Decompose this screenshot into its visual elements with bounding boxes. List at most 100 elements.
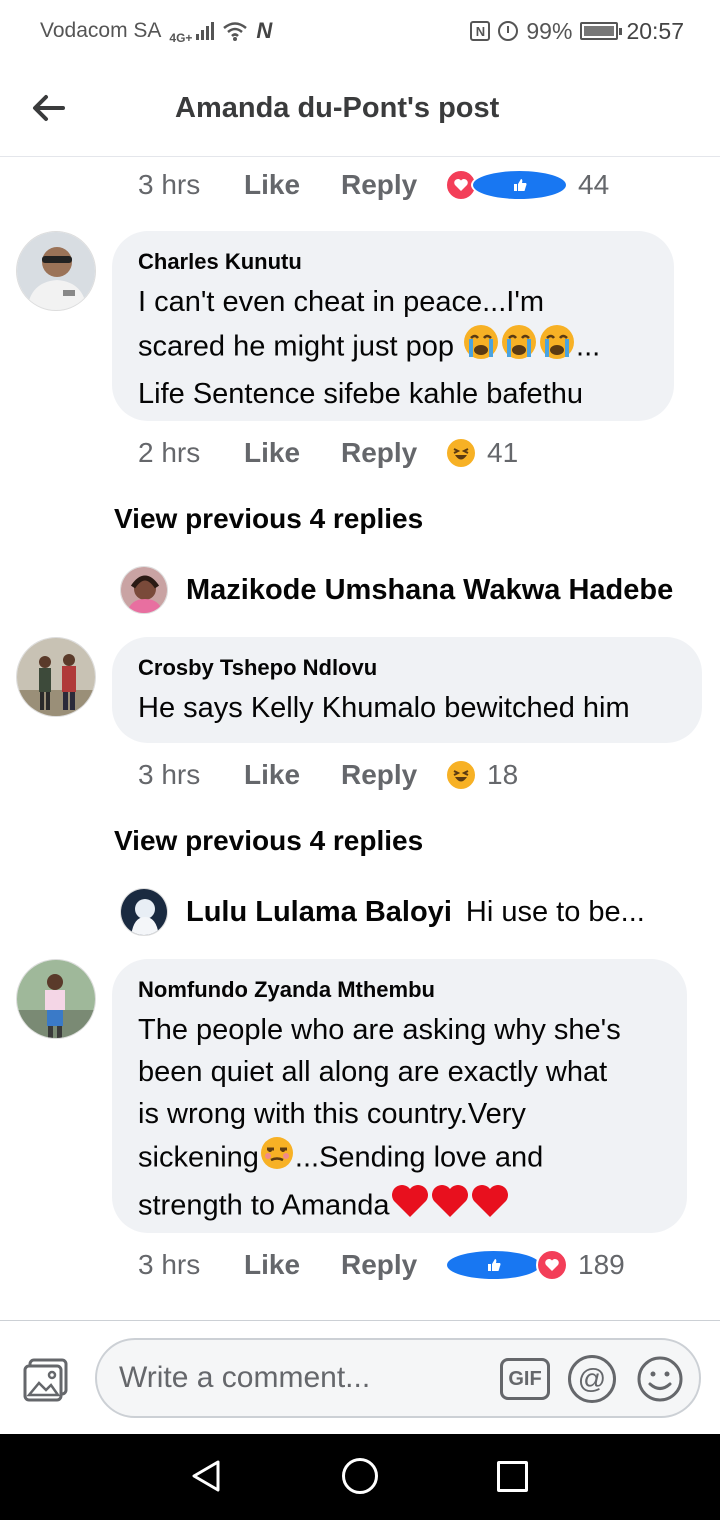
comment-meta-row: 3 hrs Like Reply 44 bbox=[138, 169, 609, 201]
comment-text-segment: sickening bbox=[138, 1141, 259, 1174]
nav-home-button[interactable] bbox=[342, 1458, 378, 1494]
reaction-count: 41 bbox=[487, 437, 519, 468]
alarm-icon bbox=[498, 21, 519, 41]
comment-author[interactable]: Crosby Tshepo Ndlovu bbox=[138, 655, 676, 681]
comment-author[interactable]: Nomfundo Zyanda Mthembu bbox=[138, 977, 661, 1003]
comment-composer: GIF @ bbox=[0, 1320, 720, 1434]
like-reaction-icon bbox=[445, 1249, 542, 1281]
comment-bubble[interactable]: Crosby Tshepo Ndlovu He says Kelly Khuma… bbox=[112, 637, 702, 743]
comment-text-line: is wrong with this country.Very bbox=[138, 1098, 526, 1130]
like-button[interactable]: Like bbox=[244, 1249, 341, 1281]
comment-text-segment: ... bbox=[576, 330, 601, 363]
reply-button[interactable]: Reply bbox=[341, 169, 445, 201]
comment-text-segment: scared he might just pop bbox=[138, 330, 463, 363]
status-bar: Vodacom SA 4G+ N N 99% 20:57 bbox=[0, 0, 720, 62]
comment-time: 2 hrs bbox=[138, 437, 201, 468]
arrow-left-icon bbox=[33, 95, 65, 121]
mention-button[interactable]: @ bbox=[568, 1355, 616, 1403]
comment-bubble[interactable]: Charles Kunutu I can't even cheat in pea… bbox=[112, 231, 674, 421]
comment-bubble[interactable]: Nomfundo Zyanda Mthembu The people who a… bbox=[112, 959, 687, 1233]
reply-author[interactable]: Mazikode Umshana Wakwa Hadebe bbox=[186, 574, 673, 607]
comment-time: 3 hrs bbox=[138, 1249, 201, 1280]
gif-button[interactable]: GIF bbox=[500, 1358, 550, 1400]
avatar bbox=[120, 566, 168, 614]
comment-text-line: I can't even cheat in peace...I'm bbox=[138, 286, 545, 318]
crying-face-emoji-icon bbox=[462, 323, 500, 373]
comment-text-line: The people who are asking why she's bbox=[138, 1014, 621, 1046]
avatar[interactable] bbox=[16, 959, 96, 1039]
comment-meta-row: 2 hrs Like Reply 41 bbox=[138, 437, 518, 469]
photo-button[interactable] bbox=[22, 1357, 70, 1403]
comment-text-line: been quiet all along are exactly what bbox=[138, 1056, 608, 1088]
reply-button[interactable]: Reply bbox=[341, 437, 445, 469]
signal-icon bbox=[196, 22, 215, 40]
like-button[interactable]: Like bbox=[244, 169, 341, 201]
like-reaction-icon bbox=[471, 169, 568, 201]
crying-face-emoji-icon bbox=[500, 323, 538, 373]
reply-preview[interactable]: Lulu Lulama Baloyi Hi use to be... bbox=[120, 887, 645, 937]
battery-percent: 99% bbox=[526, 17, 573, 44]
status-left: Vodacom SA 4G+ N bbox=[40, 17, 272, 45]
triangle-back-icon bbox=[192, 1460, 220, 1492]
haha-reaction-icon bbox=[445, 759, 477, 791]
reply-button[interactable]: Reply bbox=[341, 759, 445, 791]
battery-fill bbox=[584, 26, 615, 36]
comment-time: 3 hrs bbox=[138, 169, 201, 200]
like-button[interactable]: Like bbox=[244, 759, 341, 791]
reaction-count: 44 bbox=[578, 169, 610, 200]
carrier-label: Vodacom SA bbox=[40, 19, 162, 42]
comment-meta-row: 3 hrs Like Reply 189 bbox=[138, 1249, 625, 1281]
avatar bbox=[120, 888, 168, 936]
comment-text-segment: ...Sending love and bbox=[294, 1141, 544, 1174]
reply-snippet: Hi use to be... bbox=[465, 895, 645, 928]
reactions-summary[interactable] bbox=[445, 759, 477, 791]
comment-text-line: Life Sentence sifebe kahle bafethu bbox=[138, 378, 583, 410]
nav-recents-button[interactable] bbox=[497, 1461, 528, 1492]
avatar[interactable] bbox=[16, 231, 96, 311]
red-heart-emoji-icon bbox=[430, 1183, 470, 1231]
reply-author[interactable]: Lulu Lulama Baloyi bbox=[186, 896, 452, 929]
comment-time: 3 hrs bbox=[138, 759, 201, 790]
reactions-summary[interactable] bbox=[445, 1249, 568, 1281]
reaction-count: 18 bbox=[487, 759, 519, 790]
page-title: Amanda du-Pont's post bbox=[175, 92, 500, 124]
comment-text-line: sickening ...Sending love and bbox=[138, 1135, 661, 1183]
reactions-summary[interactable] bbox=[445, 169, 568, 201]
app-notification-icon: N bbox=[256, 18, 273, 43]
smiley-icon bbox=[637, 1356, 683, 1402]
comment-text-segment: strength to Amanda bbox=[138, 1189, 390, 1222]
reply-preview[interactable]: Mazikode Umshana Wakwa Hadebe bbox=[120, 565, 673, 615]
comment-text: He says Kelly Khumalo bewitched him bbox=[138, 692, 630, 724]
network-type-label: 4G+ bbox=[169, 31, 193, 45]
comment-text-line: scared he might just pop ... bbox=[138, 323, 648, 373]
clock: 20:57 bbox=[626, 17, 684, 44]
nav-back-button[interactable] bbox=[188, 1458, 224, 1494]
reactions-summary[interactable] bbox=[445, 437, 477, 469]
comment-text: The people who are asking why she's been… bbox=[138, 1009, 661, 1231]
reply-button[interactable]: Reply bbox=[341, 1249, 445, 1281]
system-navigation-bar bbox=[0, 1434, 720, 1520]
reaction-count: 189 bbox=[578, 1249, 625, 1280]
comments-feed[interactable]: 3 hrs Like Reply 44 Charles Kunutu I can… bbox=[0, 157, 720, 1320]
wifi-icon bbox=[223, 22, 248, 41]
back-button[interactable] bbox=[28, 88, 68, 128]
view-previous-replies-link[interactable]: View previous 4 replies bbox=[114, 503, 423, 535]
comment-text-line: strength to Amanda bbox=[138, 1183, 661, 1231]
comment-text: I can't even cheat in peace...I'm scared… bbox=[138, 281, 648, 415]
crying-face-emoji-icon bbox=[538, 323, 576, 373]
comment-meta-row: 3 hrs Like Reply 18 bbox=[138, 759, 518, 791]
red-heart-emoji-icon bbox=[470, 1183, 510, 1231]
love-reaction-icon bbox=[536, 1249, 568, 1281]
photo-icon bbox=[23, 1358, 68, 1402]
unamused-face-emoji-icon bbox=[259, 1135, 295, 1183]
view-previous-replies-link[interactable]: View previous 4 replies bbox=[114, 825, 423, 857]
comment-author[interactable]: Charles Kunutu bbox=[138, 249, 648, 275]
battery-icon bbox=[580, 22, 623, 40]
nfc-icon: N bbox=[470, 21, 491, 41]
like-button[interactable]: Like bbox=[244, 437, 341, 469]
status-right: N 99% 20:57 bbox=[470, 18, 684, 45]
emoji-button[interactable] bbox=[636, 1355, 684, 1403]
red-heart-emoji-icon bbox=[390, 1183, 430, 1231]
haha-reaction-icon bbox=[445, 437, 477, 469]
avatar[interactable] bbox=[16, 637, 96, 717]
